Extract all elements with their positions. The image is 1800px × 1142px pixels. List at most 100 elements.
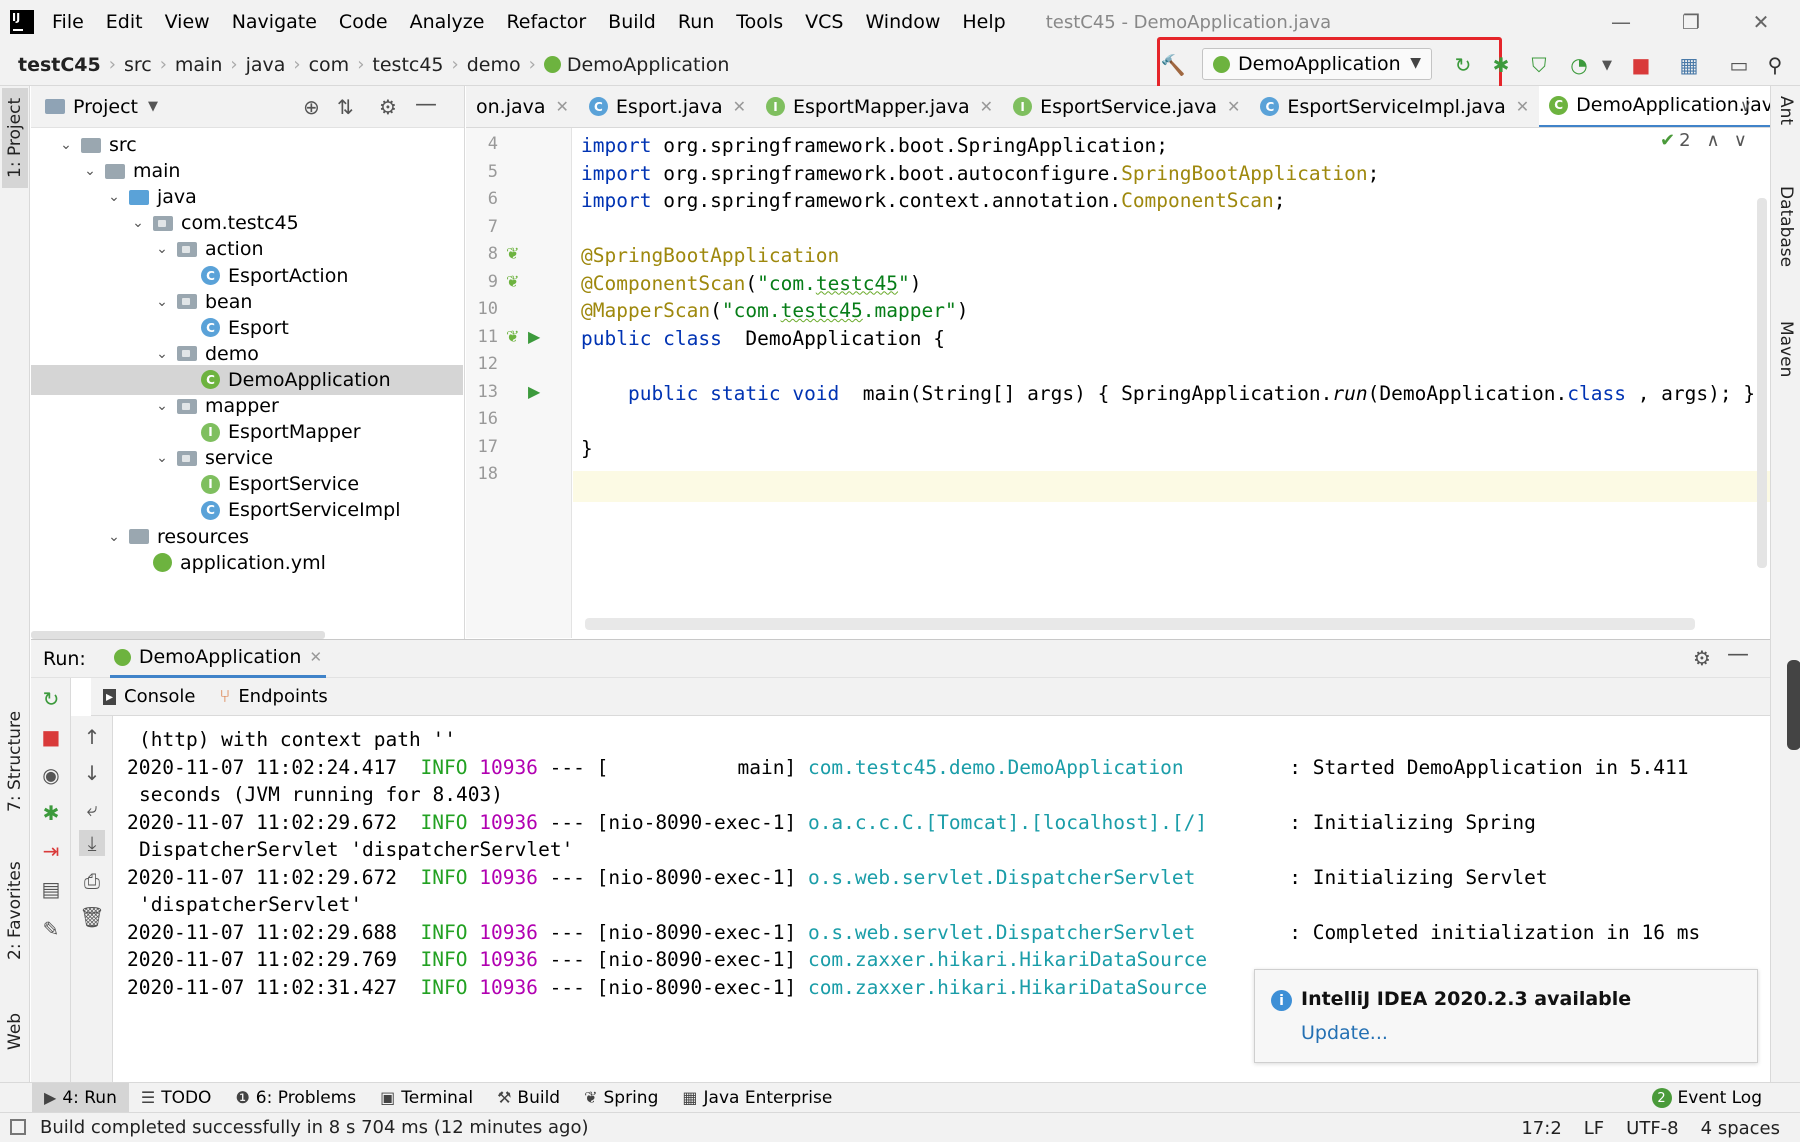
rerun-icon[interactable]: ↻ [1450,52,1476,78]
close-tab-icon[interactable]: ✕ [556,97,569,116]
breadcrumb-item[interactable]: com [309,54,350,76]
tool-tab-maven[interactable]: Maven [1773,321,1799,411]
breadcrumb-item[interactable]: demo [467,54,521,76]
close-tab-icon[interactable]: ✕ [309,648,322,666]
spring-bean-icon[interactable]: ❦ [506,272,519,291]
menu-file[interactable]: File [52,11,84,33]
tool-tab-web[interactable]: Web [2,1001,28,1061]
gear-icon[interactable]: ⚙ [379,95,397,119]
tool-window-build[interactable]: ⚒ Build [485,1083,572,1113]
menu-build[interactable]: Build [608,11,656,33]
menu-tools[interactable]: Tools [736,11,783,33]
scroll-to-end-icon[interactable]: ⤓ [79,830,105,856]
editor-horizontal-scrollbar[interactable] [585,618,1695,630]
tree-horizontal-scrollbar[interactable] [31,631,325,639]
code-editor[interactable]: import org.springframework.boot.SpringAp… [573,128,1770,638]
menu-refactor[interactable]: Refactor [506,11,586,33]
pin-icon[interactable]: ✎ [38,916,64,942]
chevron-down-icon[interactable]: ⌄ [83,163,97,179]
update-link[interactable]: Update... [1301,1022,1388,1044]
console-scrollbar[interactable] [1787,660,1800,750]
search-icon[interactable]: ⚲ [1762,52,1788,78]
run-gutter-icon[interactable]: ▶ [528,382,540,401]
editor-vertical-scrollbar[interactable] [1757,198,1767,568]
inspection-widget[interactable]: ✔ 2 ∧ ∨ [1660,130,1747,151]
endpoints-tab[interactable]: ⑂ Endpoints [208,686,340,707]
spring-bean-icon[interactable]: ❦ [506,327,519,346]
menu-edit[interactable]: Edit [106,11,143,33]
hide-panel-icon[interactable]: — [1727,642,1749,667]
line-separator[interactable]: LF [1584,1118,1604,1139]
console-tab[interactable]: ▸ Console [91,686,208,707]
menu-analyze[interactable]: Analyze [410,11,485,33]
trash-icon[interactable]: 🗑 [79,904,105,930]
debug-icon[interactable]: ✱ [1488,52,1514,78]
run-gutter-icon[interactable]: ▶ [528,327,540,346]
locate-file-icon[interactable]: ⊕ [303,95,320,119]
toggle-tool-windows-icon[interactable] [10,1119,26,1135]
debug-icon[interactable]: ✱ [38,800,64,826]
editor-tab[interactable]: C EsportServiceImpl.java ✕ [1250,86,1539,127]
close-tab-icon[interactable]: ✕ [980,97,993,116]
caret-position[interactable]: 17:2 [1521,1118,1561,1139]
editor-tab[interactable]: on.java ✕ [466,86,579,127]
presentation-mode-icon[interactable]: ▭ [1726,52,1752,78]
chevron-down-icon[interactable]: ▼ [148,99,158,114]
stop-icon[interactable]: ■ [1628,52,1654,78]
tool-window-problems[interactable]: ❶ 6: Problems [223,1083,368,1113]
spring-bean-icon[interactable]: ❦ [506,244,519,263]
chevron-down-icon[interactable]: ⌄ [155,294,169,310]
tool-tab-ant[interactable]: Ant [1773,96,1799,156]
menu-navigate[interactable]: Navigate [232,11,317,33]
chevron-down-icon[interactable]: ⌄ [155,450,169,466]
collapse-all-icon[interactable]: ⇅ [337,95,354,119]
editor-tab[interactable]: I EsportService.java ✕ [1003,86,1250,127]
run-configuration-selector[interactable]: DemoApplication ▼ [1202,48,1432,80]
print-icon[interactable]: ⎙ [79,868,105,894]
tool-tab-project[interactable]: 1: Project [2,88,28,188]
breadcrumb-item[interactable]: testC45 [18,54,101,76]
menu-view[interactable]: View [165,11,210,33]
build-hammer-icon[interactable]: 🔨 [1160,52,1186,78]
breadcrumb-item[interactable]: DemoApplication [543,54,729,76]
gear-icon[interactable]: ⚙ [1693,646,1711,670]
rerun-icon[interactable]: ↻ [38,686,64,712]
close-tab-icon[interactable]: ✕ [1516,97,1529,116]
tool-window-terminal[interactable]: ▣ Terminal [368,1083,485,1113]
camera-icon[interactable]: ◉ [38,762,64,788]
chevron-down-icon[interactable]: ⌄ [155,241,169,257]
menu-code[interactable]: Code [339,11,388,33]
close-icon[interactable]: ✕ [1746,8,1776,36]
tool-window-spring[interactable]: ❦ Spring [572,1083,670,1113]
project-structure-icon[interactable]: ▦ [1676,52,1702,78]
arrow-down-icon[interactable]: ↓ [79,760,105,786]
chevron-down-icon[interactable]: ⌄ [59,137,73,153]
run-with-coverage-icon[interactable]: ⛉ [1526,52,1552,78]
editor-tab[interactable]: I EsportMapper.java ✕ [756,86,1003,127]
stop-icon[interactable]: ■ [38,724,64,750]
hide-panel-icon[interactable]: — [415,92,437,117]
breadcrumb-item[interactable]: testc45 [372,54,443,76]
profile-dropdown-icon[interactable]: ▼ [1594,52,1620,78]
indent-setting[interactable]: 4 spaces [1701,1118,1780,1139]
tool-tab-structure[interactable]: 7: Structure [2,706,28,816]
chevron-down-icon[interactable]: ⌄ [155,398,169,414]
chevron-down-icon[interactable]: ⌄ [107,189,121,205]
minimize-icon[interactable]: — [1606,8,1636,36]
breadcrumb-item[interactable]: java [246,54,286,76]
arrow-up-icon[interactable]: ↑ [79,724,105,750]
event-log-button[interactable]: 2 Event Log [1651,1083,1762,1113]
soft-wrap-icon[interactable]: ⤶ [79,796,105,822]
profile-icon[interactable]: ◔ [1566,52,1592,78]
editor-tab[interactable]: C Esport.java ✕ [579,86,756,127]
run-config-tab[interactable]: DemoApplication ✕ [109,640,327,678]
layout-icon[interactable]: ▤ [38,876,64,902]
exit-icon[interactable]: ⇥ [38,838,64,864]
tool-tab-database[interactable]: Database [1773,186,1799,296]
chevron-down-icon[interactable]: ⌄ [155,346,169,362]
menu-vcs[interactable]: VCS [805,11,843,33]
menu-help[interactable]: Help [962,11,1005,33]
close-tab-icon[interactable]: ✕ [733,97,746,116]
tree-node[interactable]: application.yml [31,548,463,578]
menu-window[interactable]: Window [865,11,940,33]
